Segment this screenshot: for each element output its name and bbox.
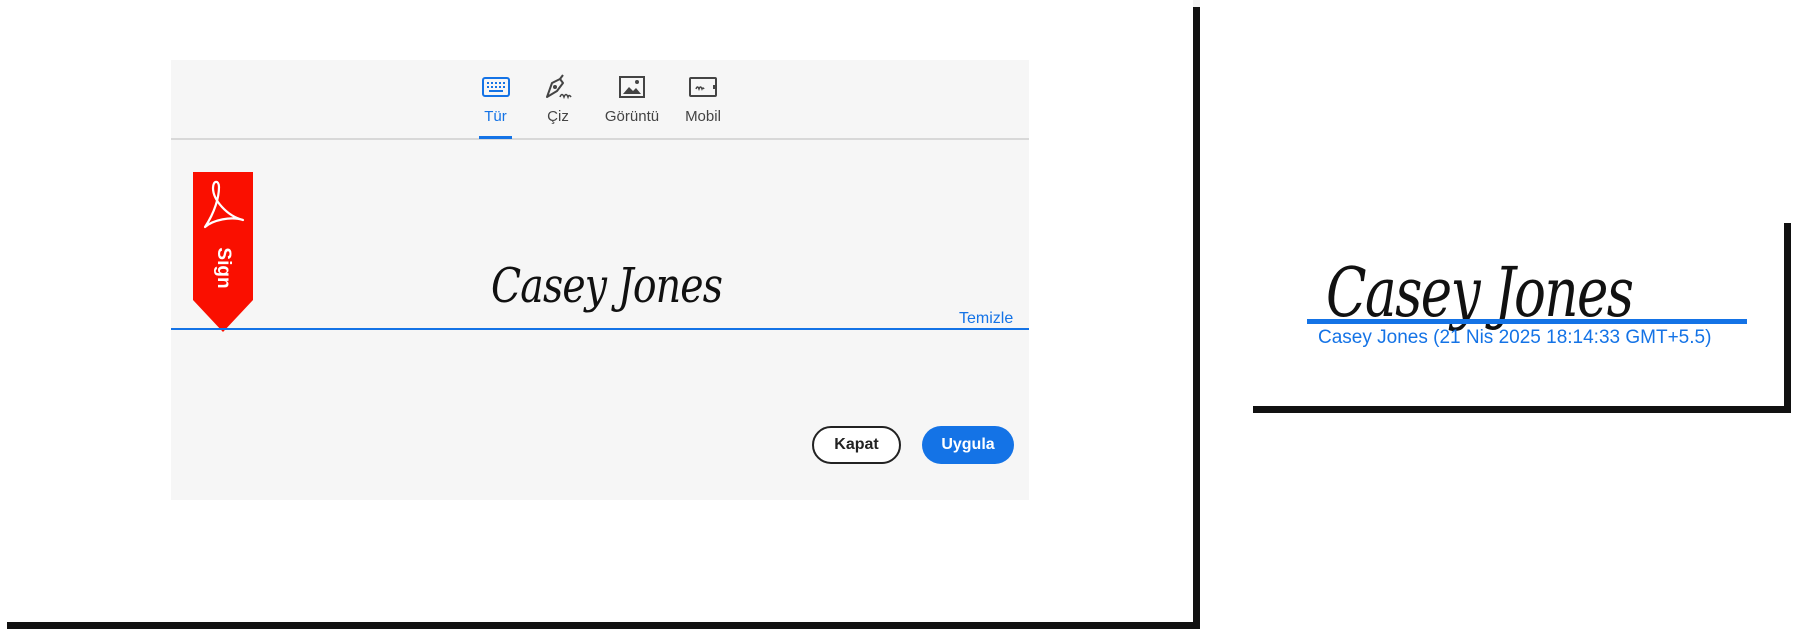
tab-image[interactable]: Görüntü: [604, 72, 660, 136]
signature-baseline: [171, 328, 1029, 330]
signature-preview-card: Casey Jones Casey Jones (21 Nis 2025 18:…: [1246, 216, 1784, 406]
clear-link[interactable]: Temizle: [959, 310, 1013, 328]
signature-dialog: Tür Çiz Görüntü Mobil Sign Casey Jones T…: [171, 60, 1029, 500]
adobe-sign-ribbon: Sign: [193, 172, 253, 332]
tab-type[interactable]: Tür: [479, 72, 513, 139]
pen-draw-icon: [541, 72, 575, 102]
preview-signature-line: [1307, 319, 1747, 324]
tab-type-label: Tür: [484, 108, 507, 125]
image-icon: [615, 72, 649, 102]
tab-image-label: Görüntü: [604, 108, 660, 125]
tab-mobile[interactable]: Mobil: [683, 72, 723, 136]
signature-tabs: Tür Çiz Görüntü Mobil: [171, 60, 1029, 140]
mobile-device-icon: [686, 72, 720, 102]
typed-signature: Casey Jones: [491, 258, 723, 314]
tab-draw-label: Çiz: [547, 108, 569, 125]
tab-draw[interactable]: Çiz: [542, 72, 574, 136]
close-button[interactable]: Kapat: [812, 426, 901, 464]
apply-button[interactable]: Uygula: [922, 426, 1014, 464]
signature-panel: Tür Çiz Görüntü Mobil Sign Casey Jones T…: [0, 0, 1193, 622]
ribbon-sign-label: Sign: [213, 247, 234, 289]
keyboard-icon: [479, 72, 513, 102]
tab-mobile-label: Mobil: [685, 108, 721, 125]
preview-caption: Casey Jones (21 Nis 2025 18:14:33 GMT+5.…: [1318, 327, 1712, 348]
